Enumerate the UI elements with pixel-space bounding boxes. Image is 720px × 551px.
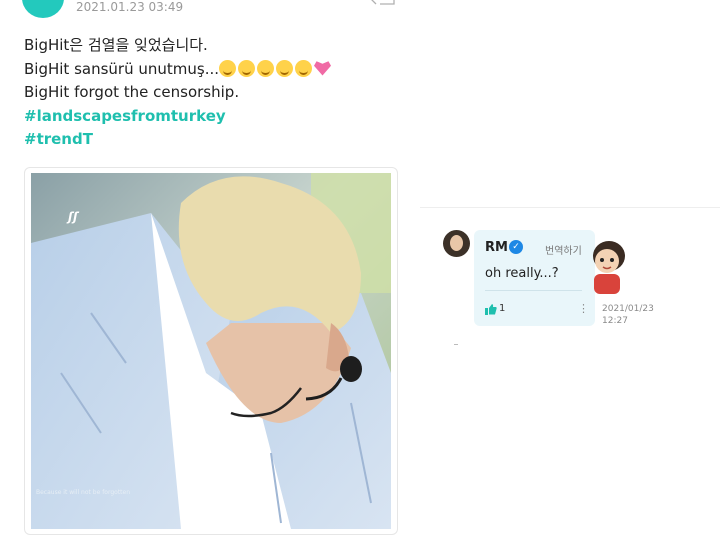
post-image-card[interactable]: ʃʃ [24,167,398,535]
translate-button[interactable]: 번역하기 [545,242,582,257]
post-line-korean: BigHit은 검열을 잊었습니다. [24,36,208,54]
commenter-avatar[interactable] [443,230,470,257]
post-body: BigHit은 검열을 잊었습니다. BigHit sansürü unutmu… [24,34,404,152]
comment-divider [485,290,582,291]
comment-timestamp: 2021/01/23 12:27 [602,303,654,327]
like-count: 1 [499,303,506,314]
share-icon[interactable] [366,0,396,8]
post-line-turkish: BigHit sansürü unutmuş... [24,58,404,82]
hashtag-trendt[interactable]: #trendT [24,128,404,152]
comment-bubble: RM ✓ 번역하기 oh really...? 1 ⋮ [474,230,595,326]
author-avatar[interactable] [22,0,64,18]
smile-emoji-icon [219,59,331,78]
comment-date: 2021/01/23 [602,304,654,314]
photo-watermark: ʃʃ [68,210,78,224]
comment-author[interactable]: RM [485,240,508,255]
character-sticker-icon [593,241,625,294]
like-icon[interactable] [485,304,497,315]
hashtag-landscapesfromturkey[interactable]: #landscapesfromturkey [24,105,404,129]
decorative-dash [454,344,458,345]
verified-icon: ✓ [509,240,523,254]
post-timestamp: 2021.01.23 03:49 [76,0,184,14]
photo-caption: Because it will not be forgotten [36,489,131,496]
section-divider [420,207,720,208]
comment-time: 12:27 [602,316,628,326]
sparkling-heart-icon [314,61,331,76]
more-options-icon[interactable]: ⋮ [578,302,589,315]
comment-text: oh really...? [485,266,559,281]
post-photo[interactable]: ʃʃ [31,173,391,529]
post-line-english: BigHit forgot the censorship. [24,83,240,101]
